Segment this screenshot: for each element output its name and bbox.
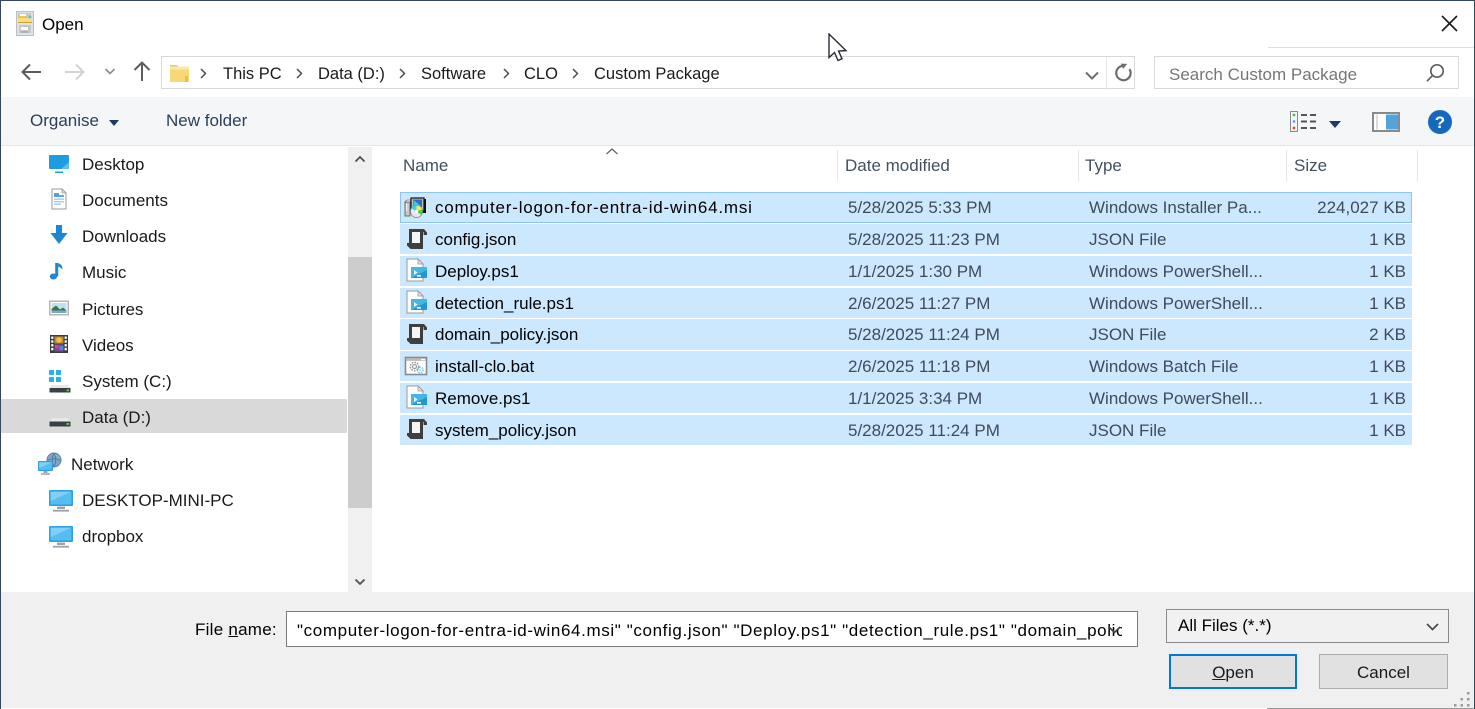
svg-text:?: ? xyxy=(1435,113,1445,132)
